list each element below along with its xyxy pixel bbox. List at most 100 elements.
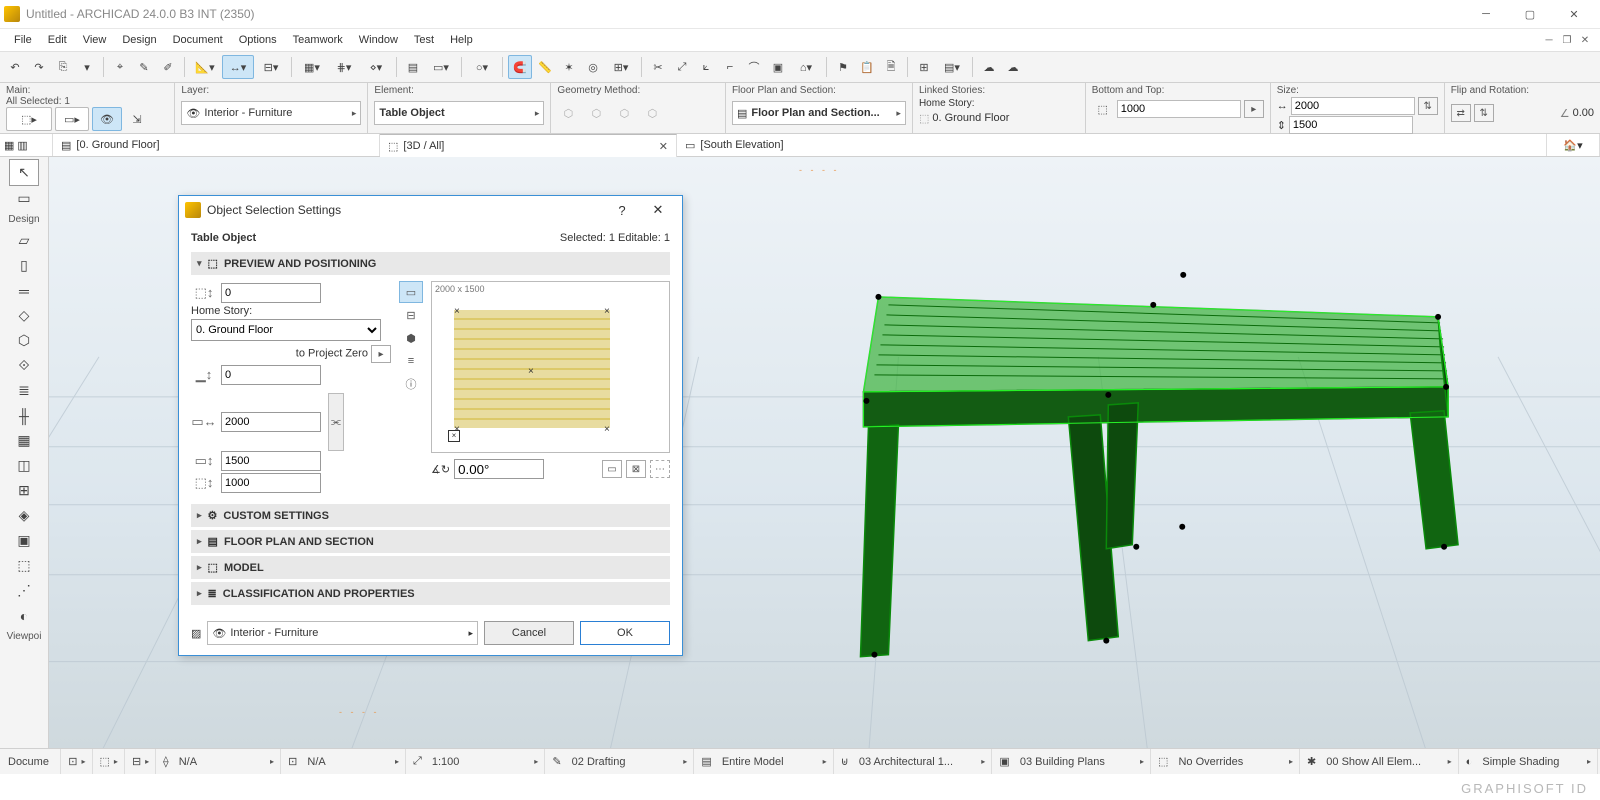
workspace-minimize-button[interactable]: ─ <box>1540 33 1558 47</box>
menu-help[interactable]: Help <box>442 32 481 48</box>
rotation-input[interactable] <box>454 459 544 479</box>
shell-tool[interactable]: ⟐ <box>10 353 38 378</box>
menu-design[interactable]: Design <box>114 32 164 48</box>
grid-toggle[interactable]: ⋯ <box>650 460 670 478</box>
tab-ground-floor[interactable]: ▤ [0. Ground Floor] <box>53 134 380 156</box>
section-model[interactable]: ▸⬚MODEL <box>191 556 670 579</box>
eyedropper-button[interactable]: ✎ <box>133 56 155 78</box>
preview-canvas[interactable]: 2000 x 1500 × × × × × × <box>431 281 670 453</box>
layers-button[interactable]: ▤ <box>402 56 424 78</box>
align-button[interactable]: ⊞▾ <box>606 56 636 78</box>
beam-tool[interactable]: ═ <box>10 278 38 303</box>
height-input[interactable] <box>1289 116 1413 134</box>
dialog-close-button[interactable]: ✕ <box>640 196 676 224</box>
status-scale1[interactable]: ⟠ N/A▸ <box>157 749 281 774</box>
skylight-tool[interactable]: ◈ <box>10 503 38 528</box>
status-show[interactable]: ✱ 00 Show All Elem...▸ <box>1301 749 1459 774</box>
wall-tool[interactable]: ▱ <box>10 228 38 253</box>
section-preview[interactable]: ▾ ⬚ PREVIEW AND POSITIONING <box>191 252 670 275</box>
trim2-button[interactable]: ⟀ <box>695 56 717 78</box>
undo-button[interactable]: ↶ <box>4 56 26 78</box>
stack-button[interactable]: ▤▾ <box>937 56 967 78</box>
menu-view[interactable]: View <box>75 32 115 48</box>
cancel-button[interactable]: Cancel <box>484 621 574 645</box>
ok-button[interactable]: OK <box>580 621 670 645</box>
default-settings-button[interactable]: ⬚▸ <box>6 107 52 131</box>
rect-button[interactable]: ▭▾ <box>426 56 456 78</box>
menu-document[interactable]: Document <box>165 32 231 48</box>
status-drafting[interactable]: ✎ 02 Drafting▸ <box>546 749 694 774</box>
window-tool[interactable]: ⊞ <box>10 478 38 503</box>
to-zero-toggle[interactable]: ▸ <box>371 345 391 363</box>
link-toggle[interactable]: ▸ <box>1244 100 1264 118</box>
status-opt1[interactable]: ⊡▸ <box>62 749 92 774</box>
workspace-restore-button[interactable]: ❐ <box>1558 33 1576 47</box>
snap2-button[interactable]: ⋄▾ <box>361 56 391 78</box>
status-arch[interactable]: ⊎ 03 Architectural 1...▸ <box>835 749 993 774</box>
flip-h-button[interactable]: ⇄ <box>1451 104 1471 122</box>
favorite-icon[interactable]: 👁 <box>92 107 122 131</box>
status-plans[interactable]: ▣ 03 Building Plans▸ <box>993 749 1151 774</box>
trim1-button[interactable]: ⤢ <box>671 56 693 78</box>
stair-tool[interactable]: ≣ <box>10 378 38 403</box>
clip-button[interactable]: 📋 <box>856 56 878 78</box>
elevation2-input[interactable] <box>221 365 321 385</box>
menu-teamwork[interactable]: Teamwork <box>285 32 351 48</box>
magnet-button[interactable]: 🧲 <box>508 55 532 79</box>
status-docume[interactable]: Docume <box>2 749 61 774</box>
preview-mode-3d[interactable]: ⬢ <box>399 327 423 349</box>
menu-file[interactable]: File <box>6 32 40 48</box>
slab-tool[interactable]: ◇ <box>10 303 38 328</box>
section-custom[interactable]: ▸⚙CUSTOM SETTINGS <box>191 504 670 527</box>
fillet-button[interactable]: ⌒ <box>743 56 765 78</box>
door-tool[interactable]: ◫ <box>10 453 38 478</box>
flag-button[interactable]: ⚑ <box>832 56 854 78</box>
flip-toggle[interactable]: ⊠ <box>626 460 646 478</box>
curtain-tool[interactable]: ▦ <box>10 428 38 453</box>
workspace-close-button[interactable]: ✕ <box>1576 33 1594 47</box>
preview-mode-front[interactable]: ⊟ <box>399 304 423 326</box>
status-scale2[interactable]: ⊡ N/A▸ <box>282 749 406 774</box>
offset-button[interactable]: ▣ <box>767 56 789 78</box>
cloud1-button[interactable]: ☁ <box>978 56 1000 78</box>
section-classification[interactable]: ▸≣CLASSIFICATION AND PROPERTIES <box>191 582 670 605</box>
select-mode-button[interactable]: ▭▸ <box>55 107 89 131</box>
star-snap-button[interactable]: ✶ <box>558 56 580 78</box>
win-button[interactable]: ⊞ <box>913 56 935 78</box>
syringe-button[interactable]: ✐ <box>157 56 179 78</box>
home-button[interactable]: ⌂▾ <box>791 56 821 78</box>
status-model[interactable]: ▤ Entire Model▸ <box>695 749 833 774</box>
tab-navigator-icon[interactable]: ▦▥ <box>0 134 53 156</box>
redo-button[interactable]: ↷ <box>28 56 50 78</box>
link-icon[interactable]: ⎘ <box>52 56 74 78</box>
measure-button[interactable]: 📐▾ <box>190 56 220 78</box>
pick-button[interactable]: ⌖ <box>109 56 131 78</box>
preview-mode-plan[interactable]: ▭ <box>399 281 423 303</box>
close-button[interactable]: ✕ <box>1552 0 1596 28</box>
ruler-button[interactable]: ⊟▾ <box>256 56 286 78</box>
cut-button[interactable]: ✂ <box>647 56 669 78</box>
status-overrides[interactable]: ⬚ No Overrides▸ <box>1152 749 1300 774</box>
dim-toggle-icon[interactable]: ⇲ <box>125 108 149 130</box>
morph-tool[interactable]: ◐ <box>10 603 38 628</box>
dialog-home-story-select[interactable]: 0. Ground Floor <box>191 319 381 341</box>
width-input[interactable] <box>1291 97 1415 115</box>
tab-home-icon[interactable]: 🏠▾ <box>1547 134 1600 156</box>
tab-south-elevation[interactable]: ▭ [South Elevation] <box>677 134 1547 156</box>
elevation1-input[interactable] <box>221 283 321 303</box>
target-button[interactable]: ◎ <box>582 56 604 78</box>
status-opt2[interactable]: ⬚▸ <box>94 749 125 774</box>
lock-toggle[interactable]: ⇅ <box>1418 97 1438 115</box>
grid-button[interactable]: ▦▾ <box>297 56 327 78</box>
mesh-tool[interactable]: ⋰ <box>10 578 38 603</box>
dimx-input[interactable] <box>221 412 321 432</box>
note-button[interactable]: 🗎 <box>880 56 902 78</box>
marquee-tool[interactable]: ▭ <box>10 186 38 211</box>
dialog-titlebar[interactable]: Object Selection Settings ? ✕ <box>179 196 682 224</box>
dimz-input[interactable] <box>221 473 321 493</box>
layer-dropdown[interactable]: 👁 Interior - Furniture ▸ <box>181 101 361 125</box>
mirror-toggle[interactable]: ▭ <box>602 460 622 478</box>
flip-v-button[interactable]: ⇅ <box>1474 104 1494 122</box>
preview-mode-axo[interactable]: ≡ <box>399 350 423 372</box>
object-tool[interactable]: ▣ <box>10 528 38 553</box>
